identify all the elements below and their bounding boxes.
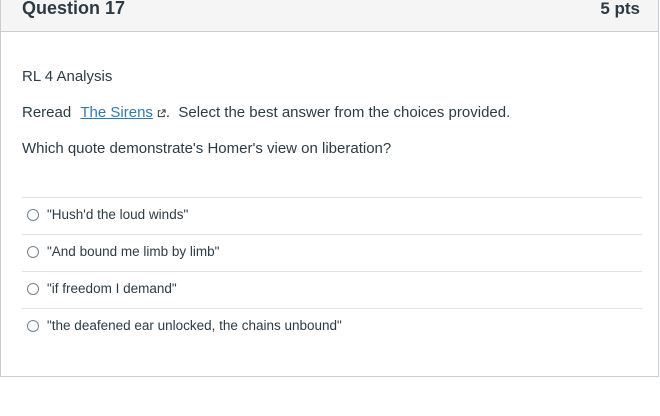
- answer-option[interactable]: "the deafened ear unlocked, the chains u…: [22, 308, 642, 346]
- radio-button[interactable]: [27, 283, 39, 295]
- analysis-label: RL 4 Analysis: [22, 68, 113, 85]
- answer-label: "And bound me limb by limb": [47, 244, 220, 259]
- question-title: Question 17: [22, 0, 126, 18]
- question-prompt: Which quote demonstrate's Homer's view o…: [22, 140, 392, 157]
- radio-button[interactable]: [27, 209, 39, 221]
- external-link-icon[interactable]: [157, 109, 166, 118]
- question-header: Question 17 5 pts: [1, 0, 658, 32]
- answer-label: "if freedom I demand": [47, 281, 177, 296]
- answer-option[interactable]: "if freedom I demand": [22, 271, 642, 308]
- radio-button[interactable]: [27, 320, 39, 332]
- radio-button[interactable]: [27, 246, 39, 258]
- reread-instruction: Reread The Sirens . Select the best answ…: [22, 104, 510, 121]
- answer-list: "Hush'd the loud winds" "And bound me li…: [22, 197, 642, 346]
- the-sirens-link[interactable]: The Sirens: [80, 104, 153, 121]
- question-points: 5 pts: [600, 0, 640, 18]
- answer-label: "the deafened ear unlocked, the chains u…: [47, 318, 342, 333]
- answer-option[interactable]: "Hush'd the loud winds": [22, 197, 642, 234]
- reread-prefix: Reread: [22, 104, 72, 121]
- reread-suffix: . Select the best answer from the choice…: [165, 104, 511, 121]
- answer-option[interactable]: "And bound me limb by limb": [22, 234, 642, 271]
- answer-label: "Hush'd the loud winds": [47, 207, 189, 222]
- question-card: Question 17 5 pts RL 4 Analysis Reread T…: [0, 0, 659, 377]
